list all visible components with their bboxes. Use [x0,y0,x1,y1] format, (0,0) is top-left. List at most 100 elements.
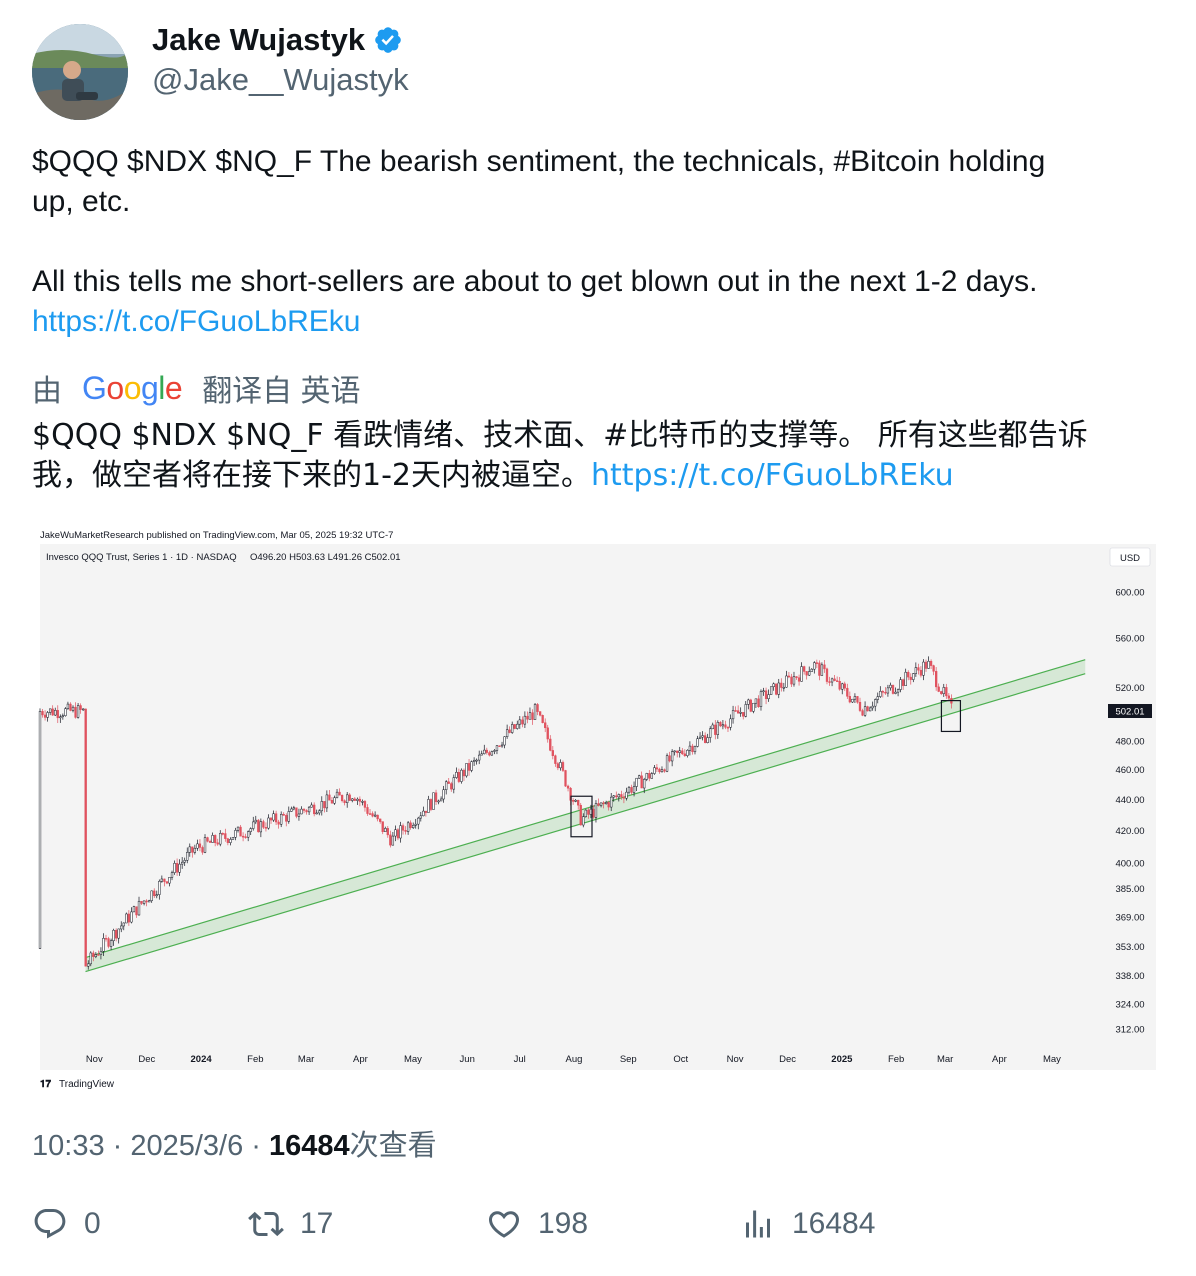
candle-body [150,890,153,901]
candle-body [64,708,67,717]
candle-body [929,660,933,666]
candle-body [76,705,80,718]
candle-body [170,872,174,878]
candle-body [109,940,113,947]
candle-body [937,686,940,692]
candle-body [526,715,529,720]
candle-body [193,847,197,853]
candle-body [617,794,620,798]
candle-body [69,703,72,711]
chart-image[interactable]: JakeWuMarketResearch published on Tradin… [32,522,1164,1096]
reply-button[interactable]: 0 [32,1206,101,1242]
candle-body [462,769,466,777]
candle-body [178,863,181,873]
candle-body [731,710,735,720]
translated-link[interactable]: https://t.co/FGuoLbREku [591,458,954,493]
candle-body [330,800,334,804]
candle-body [503,736,506,746]
candle-body [343,800,346,803]
x-tick-label: Dec [779,1054,796,1065]
candle-body [856,696,859,703]
candle-body [191,846,194,853]
candle-body [389,834,392,846]
action-bar: 0 17 198 16484 [0,1206,1196,1256]
candle-body [259,821,263,833]
candle-body [120,925,123,930]
candle-body [843,683,846,689]
candle-body [511,724,514,733]
candle-body [645,773,648,780]
repost-icon [248,1211,284,1237]
chart-symbol: Invesco QQQ Trust, Series 1 · 1D · NASDA… [46,552,237,563]
views-button[interactable]: 16484 [740,1206,875,1242]
tweet-link[interactable]: https://t.co/FGuoLbREku [32,305,361,338]
candle-body [688,745,692,751]
candle-body [505,729,509,737]
candle-body [188,846,191,853]
candle-body [320,801,323,812]
candle-body [681,750,684,755]
candle-body [902,679,905,686]
candle-body [427,799,430,813]
candle-body [198,843,202,848]
tweet-timestamp[interactable]: 10:33 · 2025/3/6 · [32,1130,269,1162]
candle-body [323,801,326,809]
candle-body [457,771,461,782]
candle-body [513,724,516,729]
candle-body [196,843,199,849]
candle-body [696,738,699,747]
candle-body [59,716,62,719]
candle-body [290,808,293,812]
candle-body [247,831,250,838]
like-button[interactable]: 198 [486,1206,588,1242]
avatar[interactable] [32,24,128,120]
candle-body [818,662,821,676]
author-name[interactable]: Jake Wujastyk [152,22,403,58]
candle-body [493,750,496,752]
candle-body [465,763,468,777]
candle-body [333,797,336,804]
candle-body [406,822,410,832]
x-tick-label: 2024 [191,1054,213,1065]
last-price-label: 502.01 [1115,707,1144,718]
author-handle[interactable]: @Jake__Wujastyk [152,62,409,98]
x-tick-label: Mar [298,1054,314,1065]
candle-body [300,808,303,815]
candle-body [181,861,184,865]
candle-body [358,798,362,802]
candle-body [835,680,839,682]
candle-body [790,676,793,685]
candle-body [825,668,829,682]
tweet-meta: 10:33 · 2025/3/6 · 16484次查看 [32,1122,437,1164]
repost-button[interactable]: 17 [248,1206,333,1242]
candle-body [231,836,235,840]
x-tick-label: Nov [727,1054,744,1065]
candle-body [551,750,554,756]
candle-body [665,755,669,772]
candle-body [767,694,770,700]
candle-body [315,812,318,815]
chart-ohlc: O496.20 H503.63 L491.26 C502.01 [250,552,401,563]
google-logo[interactable]: Google [82,370,183,407]
candle-body [470,761,473,771]
candle-body [224,833,227,839]
candle-body [797,677,801,682]
candle-body [802,666,806,672]
candle-body [536,704,539,712]
candle-body [739,712,742,714]
candle-body [701,735,704,738]
translation-prefix: 由 [32,375,62,408]
candle-body [884,691,887,694]
candle-body [373,814,377,817]
translated-line: $QQQ $NDX $NQ_F 看跌情绪、技术面、#比特币的支撑等。 所有这些都… [32,418,1088,453]
candle-body [691,745,694,753]
candle-body [571,800,575,802]
candle-body [361,801,364,803]
candle-body [841,683,844,690]
candle-body [861,710,864,716]
candle-body [82,708,85,711]
candle-body [442,789,445,800]
candle-body [401,825,405,831]
candle-body [38,711,42,949]
candle-body [749,699,752,712]
